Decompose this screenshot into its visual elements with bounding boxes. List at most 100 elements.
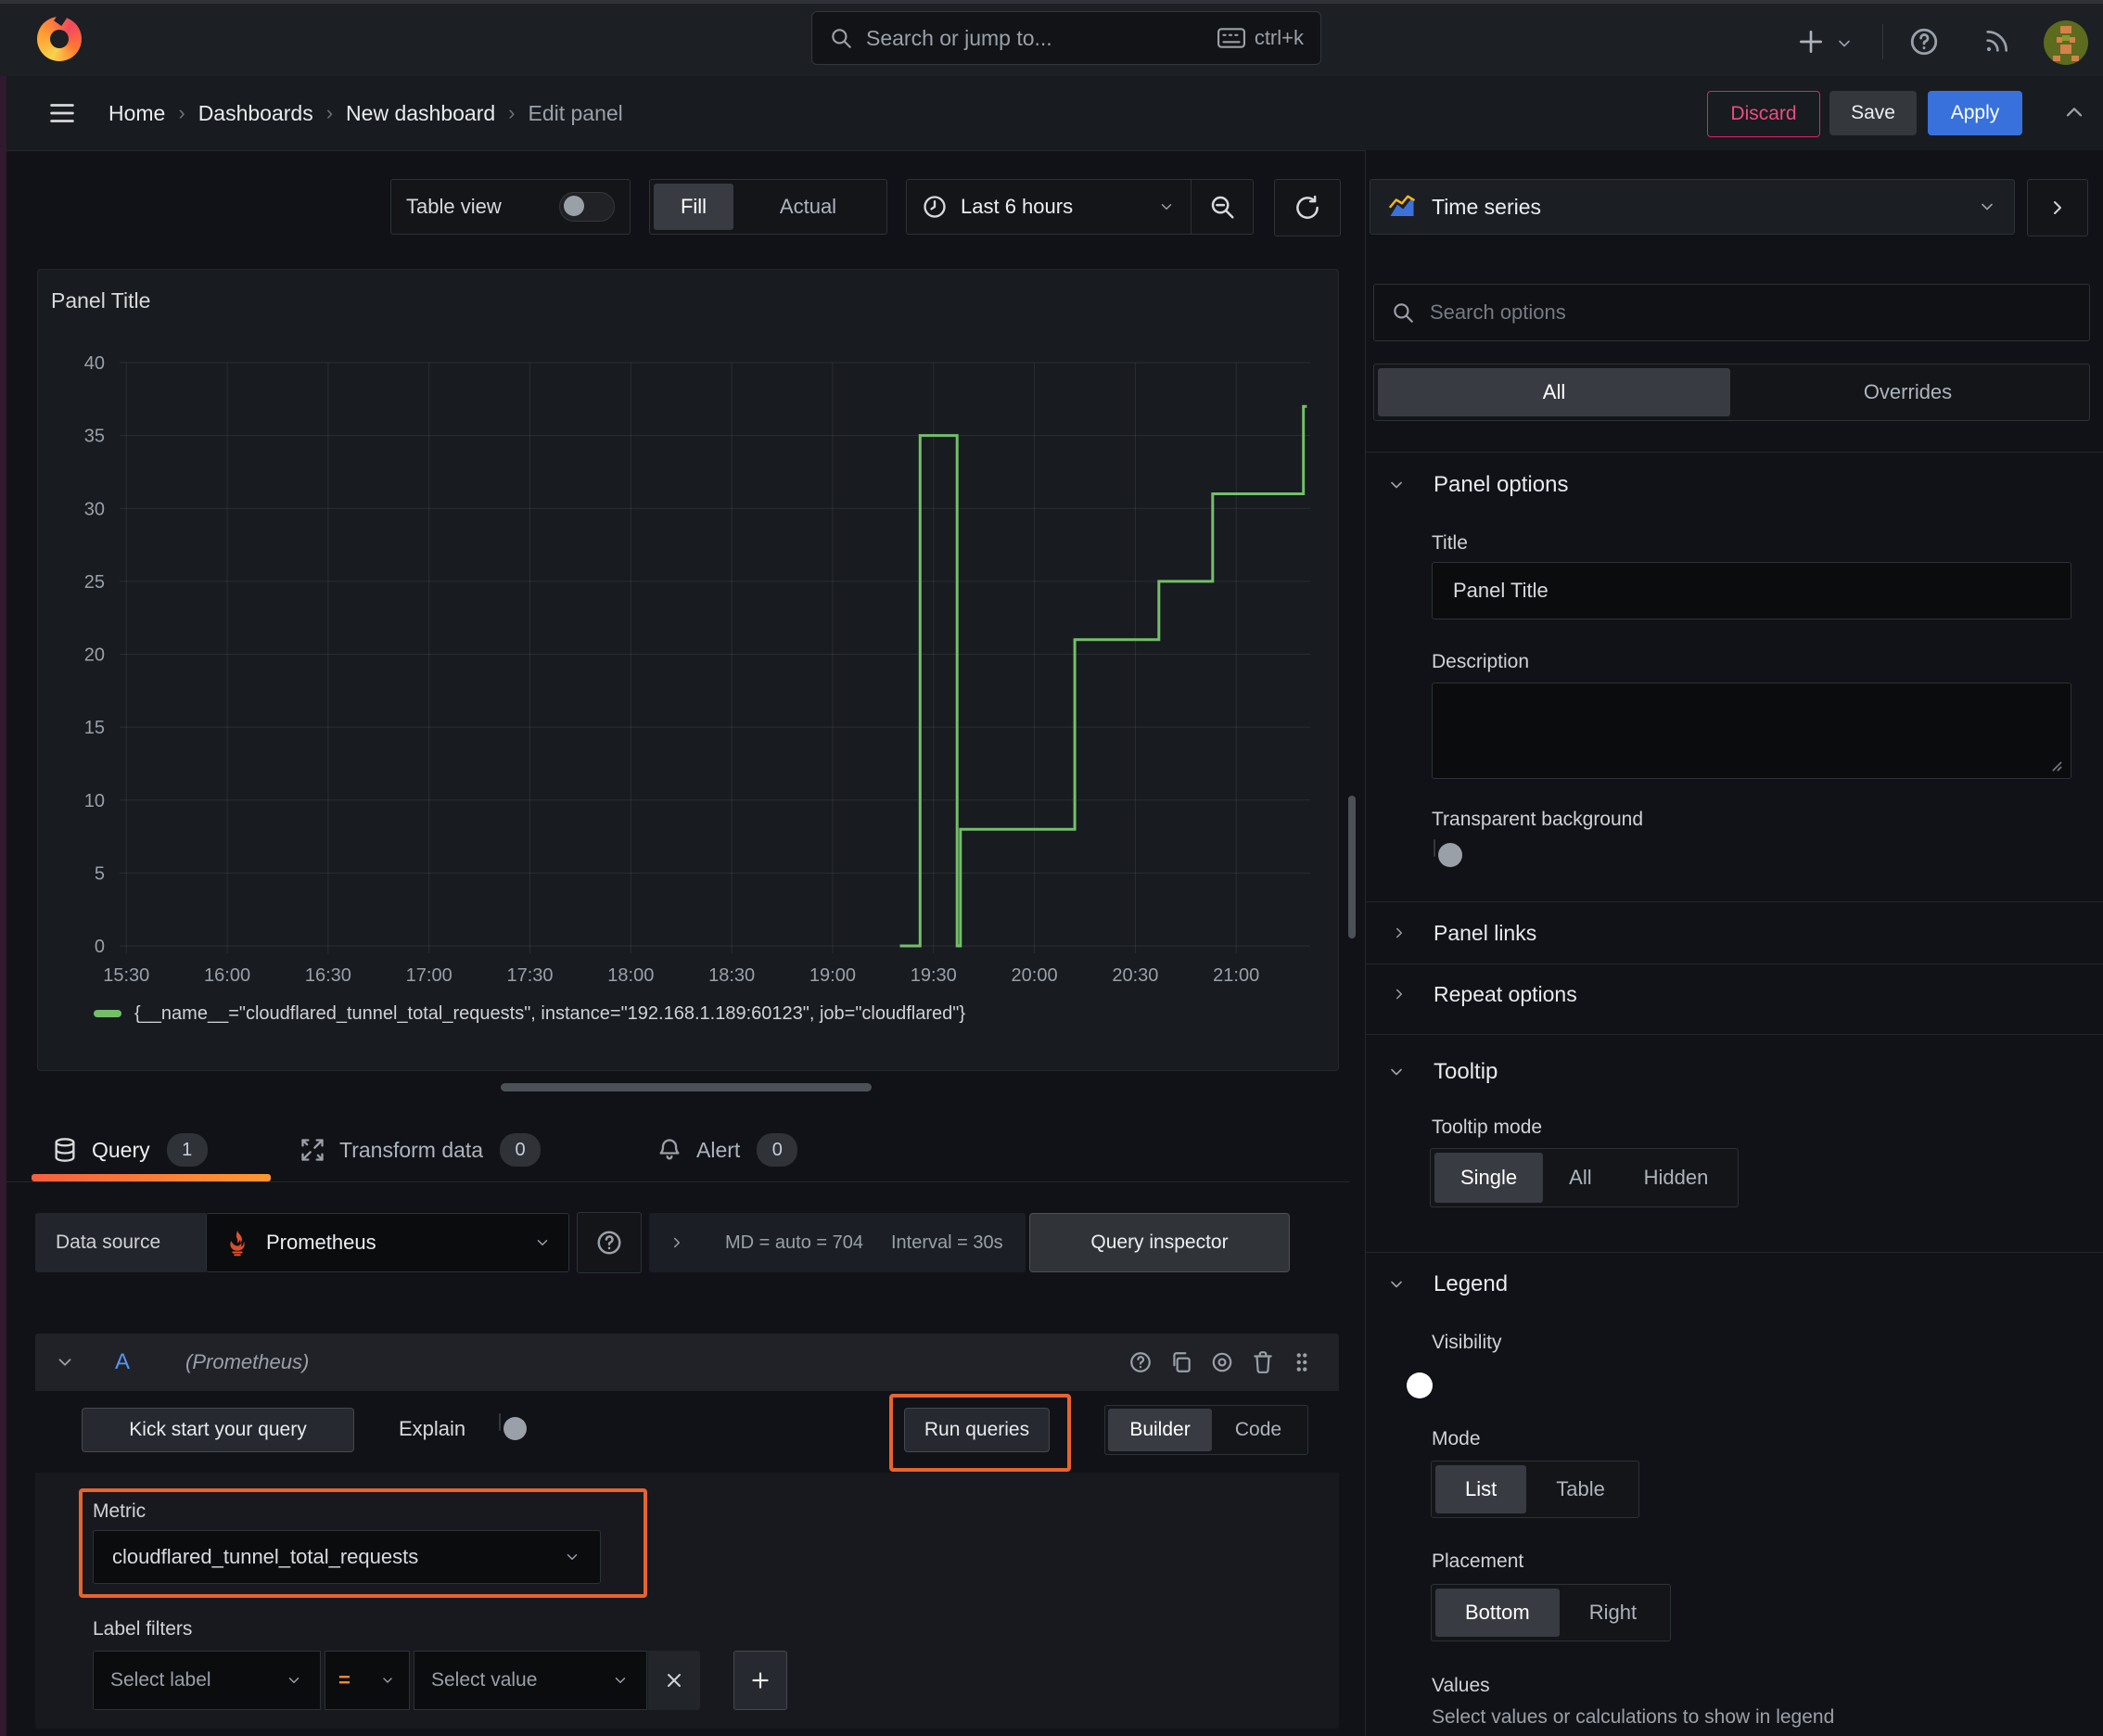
collapse-options-button[interactable]: [2027, 179, 2088, 236]
viz-picker[interactable]: Time series: [1370, 179, 2015, 235]
tooltip-mode-all[interactable]: All: [1543, 1153, 1617, 1203]
panel-options-header[interactable]: Panel options: [1385, 468, 1568, 502]
code-option[interactable]: Code: [1212, 1409, 1305, 1451]
builder-option[interactable]: Builder: [1108, 1409, 1212, 1451]
datasource-picker[interactable]: Prometheus: [206, 1213, 569, 1272]
datasource-help-button[interactable]: [577, 1212, 642, 1273]
legend-mode-group: List Table: [1431, 1461, 1639, 1518]
global-search[interactable]: Search or jump to... ctrl+k: [811, 11, 1321, 65]
all-overrides-group: All Overrides: [1373, 364, 2090, 421]
explain-toggle[interactable]: [499, 1413, 527, 1440]
description-label: Description: [1432, 651, 1530, 672]
drag-handle-grip-icon[interactable]: [1283, 1348, 1320, 1376]
placement-right[interactable]: Right: [1560, 1589, 1666, 1637]
refresh-button[interactable]: [1274, 179, 1341, 236]
user-avatar[interactable]: [2044, 20, 2088, 65]
query-ref-header[interactable]: A (Prometheus): [35, 1334, 1339, 1391]
datasource-label: Data source: [35, 1213, 206, 1272]
grafana-logo[interactable]: [37, 13, 82, 61]
options-search[interactable]: Search options: [1373, 284, 2090, 341]
discard-button[interactable]: Discard: [1707, 91, 1820, 137]
legend-title: Legend: [1434, 1271, 1509, 1296]
legend-header[interactable]: Legend: [1385, 1269, 1508, 1300]
placement-bottom[interactable]: Bottom: [1435, 1589, 1560, 1637]
vertical-scrollbar[interactable]: [1348, 796, 1356, 938]
datasource-row: Data source Prometheus MD = auto = 704 I…: [35, 1212, 1290, 1273]
breadcrumb: Home › Dashboards › New dashboard › Edit…: [108, 76, 623, 150]
tooltip-mode-hidden[interactable]: Hidden: [1618, 1153, 1735, 1203]
panel-title-input[interactable]: Panel Title: [1432, 562, 2071, 619]
tab-transform-label: Transform data: [339, 1137, 484, 1162]
svg-text:5: 5: [95, 863, 105, 884]
breadcrumb-dashboards[interactable]: Dashboards: [198, 101, 313, 126]
select-label-dropdown[interactable]: Select label: [93, 1651, 321, 1710]
chart-legend[interactable]: {__name__="cloudflared_tunnel_total_requ…: [94, 1001, 965, 1027]
horizontal-scrollbar[interactable]: [501, 1083, 872, 1091]
run-queries-button[interactable]: Run queries: [904, 1408, 1050, 1452]
operator-value: =: [338, 1668, 350, 1691]
query-editor-body: Metric cloudflared_tunnel_total_requests…: [35, 1473, 1339, 1729]
add-button[interactable]: [1793, 24, 1829, 59]
query-options-summary[interactable]: MD = auto = 704 Interval = 30s: [649, 1213, 1026, 1272]
legend-mode-list[interactable]: List: [1435, 1465, 1527, 1513]
description-textarea[interactable]: [1432, 683, 2071, 779]
section-divider: [1365, 1252, 2103, 1253]
breadcrumb-home[interactable]: Home: [108, 101, 165, 126]
keyboard-icon: [1217, 28, 1245, 48]
news-rss-icon[interactable]: [1979, 24, 2014, 59]
select-label-chevron-down-icon: [285, 1671, 303, 1690]
select-value-dropdown[interactable]: Select value: [414, 1651, 647, 1710]
tab-transform[interactable]: Transform data 0: [299, 1128, 542, 1172]
title-label: Title: [1432, 532, 1468, 554]
svg-text:10: 10: [84, 791, 105, 811]
collapse-chevron-up-icon[interactable]: [2056, 98, 2093, 128]
actual-option[interactable]: Actual: [733, 184, 883, 230]
bell-icon: [656, 1136, 683, 1164]
repeat-options-header[interactable]: Repeat options: [1389, 979, 1577, 1009]
remove-filter-button[interactable]: [648, 1651, 700, 1710]
legend-mode-table[interactable]: Table: [1526, 1465, 1635, 1513]
tab-query-underline: [32, 1174, 271, 1181]
search-icon: [829, 26, 853, 50]
resize-handle-icon[interactable]: [2045, 754, 2065, 774]
apply-button[interactable]: Apply: [1928, 91, 2022, 135]
tab-overrides[interactable]: Overrides: [1730, 368, 2085, 416]
time-range-picker[interactable]: Last 6 hours: [907, 180, 1191, 234]
tab-query[interactable]: Query 1: [51, 1128, 208, 1172]
svg-text:18:00: 18:00: [607, 965, 654, 986]
legend-series-name: {__name__="cloudflared_tunnel_total_requ…: [134, 1002, 966, 1024]
delete-query-trash-icon[interactable]: [1243, 1348, 1283, 1376]
panel-links-header[interactable]: Panel links: [1389, 918, 1536, 948]
tab-all[interactable]: All: [1378, 368, 1730, 416]
tooltip-header[interactable]: Tooltip: [1385, 1056, 1498, 1088]
kick-start-query-button[interactable]: Kick start your query: [82, 1408, 354, 1452]
tooltip-mode-single[interactable]: Single: [1434, 1153, 1544, 1203]
menu-hamburger-icon[interactable]: [42, 95, 83, 132]
metric-select[interactable]: cloudflared_tunnel_total_requests: [93, 1530, 601, 1584]
operator-dropdown[interactable]: =: [325, 1651, 410, 1710]
transparent-bg-label: Transparent background: [1432, 809, 1644, 830]
help-icon[interactable]: [1906, 24, 1942, 59]
fill-option[interactable]: Fill: [654, 184, 733, 230]
datasource-value: Prometheus: [266, 1231, 376, 1254]
transparent-bg-toggle[interactable]: [1434, 839, 1462, 867]
breadcrumb-sep-icon: ›: [508, 101, 516, 124]
save-button[interactable]: Save: [1829, 91, 1917, 135]
add-chevron-down-icon[interactable]: [1834, 33, 1854, 54]
duplicate-query-icon[interactable]: [1161, 1348, 1202, 1376]
svg-text:0: 0: [95, 937, 105, 957]
disable-query-eye-icon[interactable]: [1202, 1348, 1243, 1376]
query-inspector-button[interactable]: Query inspector: [1029, 1213, 1290, 1272]
query-help-icon[interactable]: [1120, 1348, 1161, 1376]
breadcrumb-new-dashboard[interactable]: New dashboard: [346, 101, 495, 126]
tab-alert-count: 0: [757, 1133, 798, 1167]
zoom-out-icon[interactable]: [1192, 180, 1253, 234]
add-filter-button[interactable]: [733, 1651, 787, 1710]
chart-svg[interactable]: 0 5 10 15 20 25 30 35 40 15:30 16:00 16:30 17:00 17:3…: [38, 270, 1340, 1072]
tab-alert[interactable]: Alert 0: [656, 1128, 798, 1172]
svg-text:16:00: 16:00: [204, 965, 250, 986]
svg-text:20:30: 20:30: [1112, 965, 1158, 986]
database-icon: [51, 1136, 79, 1164]
svg-text:18:30: 18:30: [708, 965, 755, 986]
table-view-toggle[interactable]: [559, 192, 615, 222]
